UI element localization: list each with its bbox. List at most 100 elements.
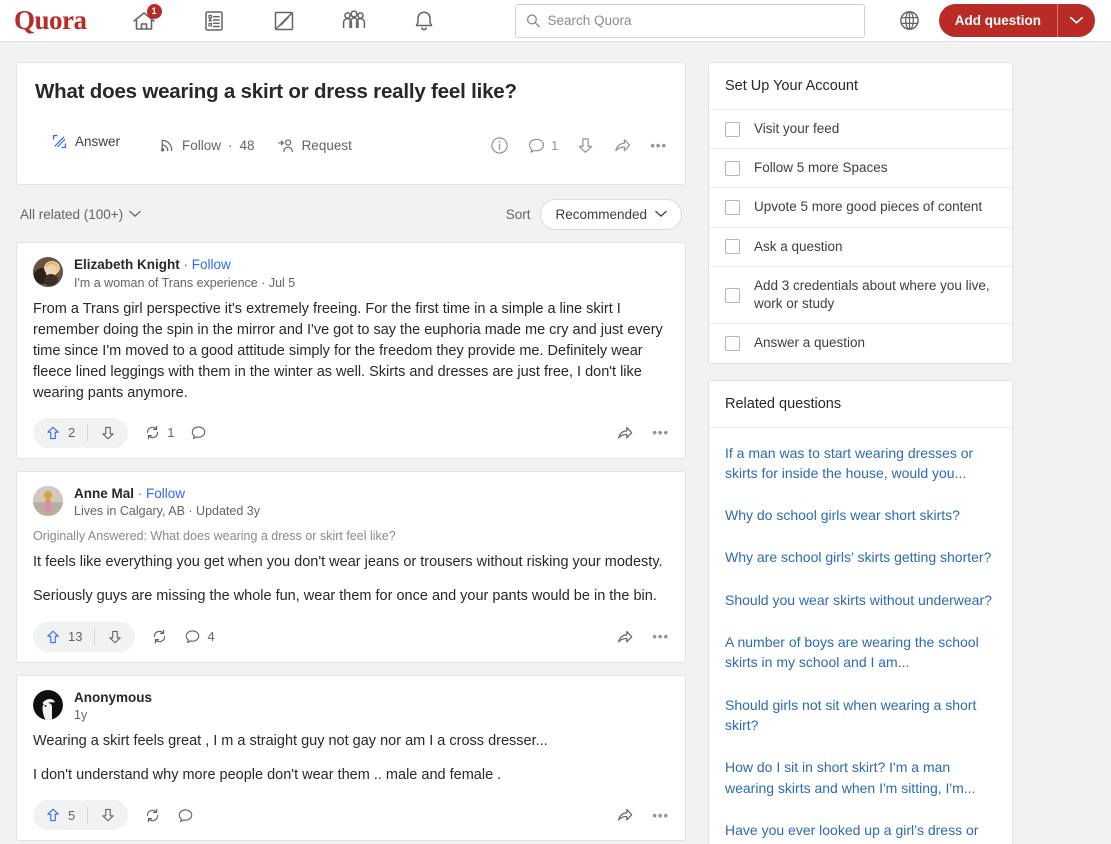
home-notification-badge: 1 — [146, 3, 162, 19]
share-button[interactable] — [616, 628, 634, 646]
answer-more-button[interactable]: ••• — [652, 808, 669, 823]
sidebar-column: Set Up Your Account Visit your feed Foll… — [708, 62, 1013, 844]
checkbox[interactable] — [725, 121, 740, 137]
request-answer-button[interactable]: Request — [277, 137, 352, 154]
related-question-link[interactable]: If a man was to start wearing dresses or… — [725, 432, 996, 495]
answer-author-meta: Anne Mal · Follow Lives in Calgary, AB ·… — [74, 486, 260, 519]
answer-button[interactable]: Answer — [35, 119, 136, 160]
follow-count: 48 — [239, 137, 255, 153]
related-question-link[interactable]: A number of boys are wearing the school … — [725, 621, 996, 684]
question-share-button[interactable] — [613, 136, 632, 155]
setup-item-upvote-content[interactable]: Upvote 5 more good pieces of content — [709, 188, 1012, 228]
header-right-group: Add question — [895, 4, 1095, 37]
repost-icon — [147, 425, 159, 440]
separator: · — [137, 485, 147, 501]
upvote-button[interactable]: 5 — [33, 807, 87, 823]
nav-notifications-button[interactable] — [389, 0, 459, 42]
answer-more-button[interactable]: ••• — [652, 425, 669, 440]
repost-button[interactable]: 1 — [144, 424, 174, 441]
answer-secondary-actions: ••• — [616, 424, 669, 442]
add-question-caret[interactable] — [1058, 16, 1095, 25]
checkbox[interactable] — [725, 335, 740, 351]
setup-item-answer-question[interactable]: Answer a question — [709, 324, 1012, 362]
comment-button[interactable] — [190, 424, 207, 441]
search-box[interactable] — [514, 3, 865, 38]
share-icon — [615, 138, 631, 152]
language-button[interactable] — [895, 6, 925, 36]
answer-paragraph: Seriously guys are missing the whole fun… — [33, 588, 657, 605]
separator: · — [183, 256, 192, 272]
nav-spaces-button[interactable] — [319, 0, 389, 42]
question-info-button[interactable] — [490, 136, 509, 155]
share-icon — [618, 809, 633, 821]
add-question-button[interactable]: Add question — [938, 4, 1095, 37]
avatar[interactable] — [33, 689, 63, 720]
comment-button[interactable]: 4 — [184, 628, 215, 645]
upvote-button[interactable]: 2 — [33, 425, 87, 441]
answer-author-name[interactable]: Elizabeth Knight — [74, 257, 180, 272]
setup-item-visit-feed[interactable]: Visit your feed — [709, 110, 1012, 150]
share-button[interactable] — [616, 424, 634, 442]
follow-author-link[interactable]: Follow — [192, 257, 231, 272]
all-related-filter[interactable]: All related (100+) — [20, 207, 141, 222]
nav-icon-group: 1 — [109, 0, 459, 42]
answer-label: Answer — [75, 133, 121, 149]
related-question-link[interactable]: How do I sit in short skirt? I'm a man w… — [725, 746, 996, 809]
question-more-button[interactable]: ••• — [650, 138, 667, 153]
repost-button[interactable] — [144, 807, 161, 824]
search-input[interactable] — [547, 13, 854, 28]
downvote-button[interactable] — [95, 629, 135, 645]
answer-author-name[interactable]: Anne Mal — [74, 486, 134, 501]
setup-item-add-credentials[interactable]: Add 3 credentials about where you live, … — [709, 267, 1012, 325]
related-question-link[interactable]: Should you wear skirts without underwear… — [725, 579, 996, 621]
question-title: What does wearing a skirt or dress reall… — [35, 80, 517, 103]
checkbox[interactable] — [725, 287, 740, 303]
related-question-link[interactable]: Why are school girls’ skirts getting sho… — [725, 536, 996, 578]
checkbox[interactable] — [725, 160, 740, 176]
share-button[interactable] — [616, 806, 634, 824]
related-question-link[interactable]: Should girls not sit when wearing a shor… — [725, 684, 996, 747]
search-icon — [526, 14, 540, 28]
nav-home-button[interactable]: 1 — [109, 0, 179, 42]
nav-answers-button[interactable] — [179, 0, 249, 42]
avatar-photo-elizabeth-knight — [33, 256, 63, 287]
avatar[interactable] — [33, 256, 63, 287]
answer-author-header: Anne Mal · Follow Lives in Calgary, AB ·… — [33, 485, 669, 519]
downvote-button[interactable] — [88, 425, 128, 441]
avatar[interactable] — [33, 485, 63, 516]
setup-item-label: Visit your feed — [754, 121, 840, 136]
answer-author-meta: Anonymous 1y — [74, 690, 152, 723]
quora-logo[interactable]: Quora — [14, 5, 87, 36]
globe-icon — [900, 11, 920, 30]
answer-author-name[interactable]: Anonymous — [74, 690, 152, 705]
upvote-button[interactable]: 13 — [33, 629, 94, 645]
answer-author-header: Anonymous 1y — [33, 689, 669, 723]
related-question-link[interactable]: Have you ever looked up a girl’s dress o… — [725, 809, 996, 844]
downvote-icon — [102, 809, 114, 822]
follow-author-link[interactable]: Follow — [146, 486, 185, 501]
chevron-down-icon — [655, 210, 667, 217]
sort-area: Sort Recommended — [506, 198, 682, 230]
question-comment-button[interactable]: 1 — [527, 136, 558, 155]
related-questions-panel: Related questions If a man was to start … — [708, 379, 1013, 844]
downvote-button[interactable] — [88, 807, 128, 823]
setup-item-follow-spaces[interactable]: Follow 5 more Spaces — [709, 149, 1012, 189]
answer-more-button[interactable]: ••• — [652, 629, 669, 644]
follow-separator: · — [228, 137, 233, 153]
checkbox[interactable] — [725, 239, 740, 255]
write-icon — [274, 11, 293, 30]
upvote-count: 2 — [68, 425, 76, 441]
follow-question-button[interactable]: Follow · 48 — [158, 137, 255, 154]
setup-item-ask-question[interactable]: Ask a question — [709, 228, 1012, 267]
comment-button[interactable] — [177, 807, 194, 824]
chevron-down-icon — [1070, 16, 1083, 24]
checkbox[interactable] — [725, 200, 740, 216]
sort-dropdown[interactable]: Recommended — [540, 198, 682, 230]
setup-item-label: Ask a question — [754, 238, 843, 254]
downvote-icon — [109, 630, 122, 643]
nav-write-button[interactable] — [249, 0, 319, 42]
question-secondary-actions: 1 ••• — [490, 136, 667, 155]
related-question-link[interactable]: Why do school girls wear short skirts? — [725, 494, 996, 536]
question-downvote-button[interactable] — [576, 136, 595, 155]
repost-button[interactable] — [151, 628, 168, 645]
